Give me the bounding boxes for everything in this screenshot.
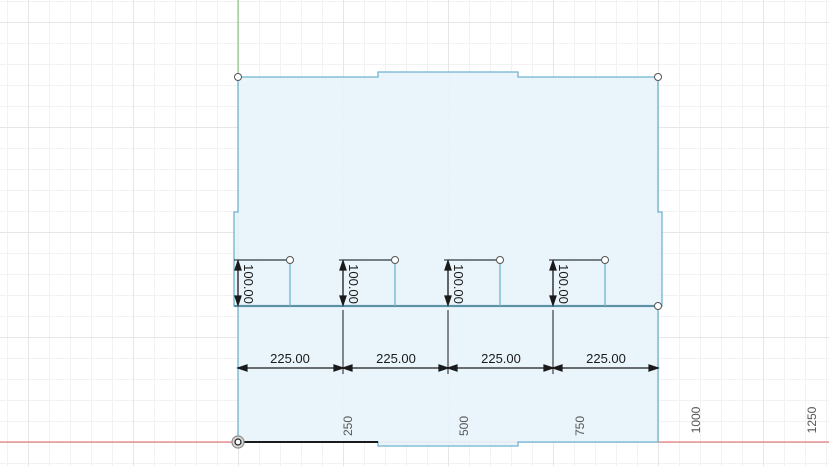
dimension-label-h4[interactable]: 225.00: [586, 351, 626, 366]
dimension-label-v4[interactable]: 100.00: [556, 264, 571, 304]
axis-tick-label: 500: [457, 416, 471, 436]
sketch-svg[interactable]: 225.00 225.00 225.00 225.00 100.00 100.0…: [0, 0, 829, 466]
axis-tick-label: 250: [341, 416, 355, 436]
dimension-label-h1[interactable]: 225.00: [270, 351, 310, 366]
sketch-point: [654, 73, 662, 81]
dimension-label-h2[interactable]: 225.00: [376, 351, 416, 366]
sketch-point: [391, 256, 399, 264]
dimension-label-v1[interactable]: 100.00: [241, 264, 256, 304]
origin-point-inner: [234, 438, 242, 446]
dimension-label-v3[interactable]: 100.00: [451, 264, 466, 304]
sketch-point: [234, 73, 242, 81]
dimension-label-v2[interactable]: 100.00: [346, 264, 361, 304]
axis-tick-label: 1250: [805, 406, 819, 433]
axis-tick-label: 1000: [689, 406, 703, 433]
sketch-point: [286, 256, 294, 264]
dimension-label-h3[interactable]: 225.00: [481, 351, 521, 366]
sketch-point: [654, 302, 662, 310]
sketch-canvas[interactable]: 225.00 225.00 225.00 225.00 100.00 100.0…: [0, 0, 829, 466]
sketch-point: [601, 256, 609, 264]
axis-tick-label: 750: [573, 416, 587, 436]
sketch-point: [496, 256, 504, 264]
